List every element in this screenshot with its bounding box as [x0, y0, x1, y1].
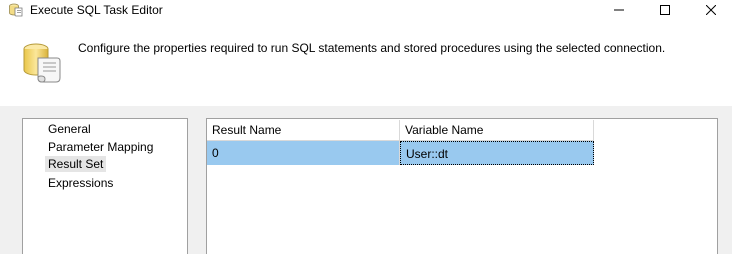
column-header-result-name[interactable]: Result Name: [207, 120, 400, 141]
close-icon: [706, 5, 716, 15]
minimize-button[interactable]: [596, 0, 642, 20]
database-scroll-icon: [22, 42, 62, 84]
title-bar[interactable]: Execute SQL Task Editor: [0, 0, 732, 20]
nav-item-expressions[interactable]: Expressions: [45, 175, 116, 191]
banner-description: Configure the properties required to run…: [78, 41, 666, 55]
nav-item-result-set[interactable]: Result Set: [45, 156, 107, 172]
table-row[interactable]: 0 User::dt: [207, 141, 594, 165]
nav-item-general[interactable]: General: [45, 121, 94, 137]
page-navigation: General Parameter Mapping Result Set Exp…: [22, 118, 188, 254]
maximize-icon: [660, 5, 670, 15]
result-set-grid: Result Name Variable Name 0 User::dt: [206, 118, 718, 254]
variable-name-cell[interactable]: User::dt: [400, 141, 594, 165]
nav-item-parameter-mapping[interactable]: Parameter Mapping: [45, 139, 156, 155]
column-header-variable-name[interactable]: Variable Name: [400, 120, 594, 141]
sql-task-icon: [8, 2, 24, 18]
maximize-button[interactable]: [642, 0, 688, 20]
window-title: Execute SQL Task Editor: [30, 3, 163, 17]
header-banner: Configure the properties required to run…: [0, 20, 732, 106]
result-name-cell[interactable]: 0: [207, 141, 400, 165]
minimize-icon: [614, 9, 624, 11]
close-button[interactable]: [688, 0, 732, 20]
